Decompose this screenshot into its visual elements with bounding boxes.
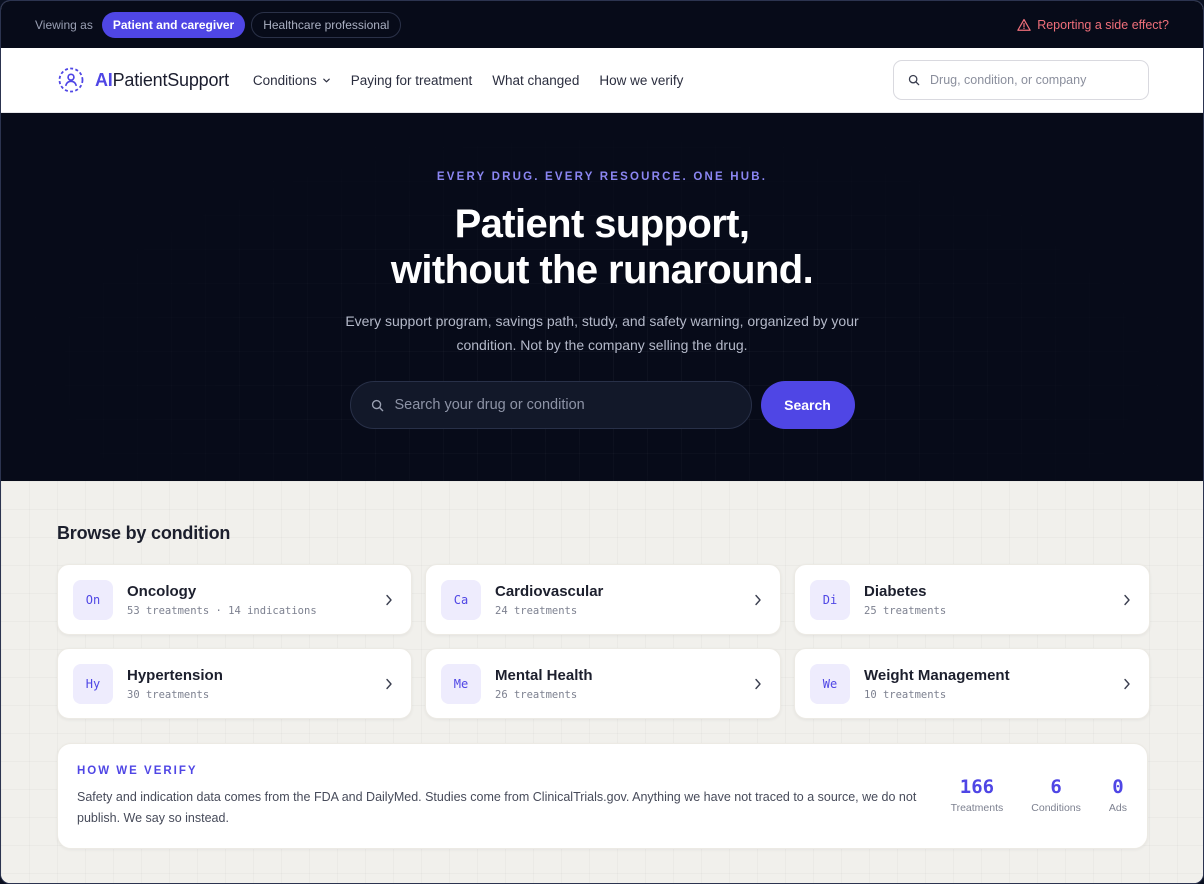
hero-search-button[interactable]: Search bbox=[760, 381, 855, 429]
hero-title-line-1: Patient support, bbox=[454, 202, 750, 246]
nav-search-box bbox=[893, 60, 1149, 100]
verify-stats: 166 Treatments 6 Conditions 0 Ads bbox=[951, 776, 1127, 814]
stat-label: Conditions bbox=[1031, 802, 1081, 814]
condition-meta: 26 treatments bbox=[495, 688, 578, 701]
condition-meta: 25 treatments bbox=[864, 604, 947, 617]
report-side-effect-label: Reporting a side effect? bbox=[1037, 17, 1169, 32]
stat-treatments: 166 Treatments bbox=[951, 776, 1004, 814]
how-we-verify-panel: HOW WE VERIFY Safety and indication data… bbox=[57, 743, 1148, 849]
verify-label: HOW WE VERIFY bbox=[77, 765, 198, 777]
audience-hcp-toggle[interactable]: Healthcare professional bbox=[251, 11, 402, 38]
chevron-down-icon bbox=[322, 78, 330, 82]
logo-text-rest: PatientSupport bbox=[112, 69, 229, 90]
logo-mark-icon bbox=[58, 67, 84, 93]
stat-conditions: 6 Conditions bbox=[1031, 776, 1081, 814]
logo-text: AIPatientSupport bbox=[95, 70, 229, 91]
condition-name: Hypertension bbox=[127, 666, 223, 684]
hero-eyebrow: EVERY DRUG. EVERY RESOURCE. ONE HUB. bbox=[436, 171, 768, 183]
content-section: Browse by condition On Oncology 53 treat… bbox=[1, 481, 1203, 883]
audience-patient-toggle[interactable]: Patient and caregiver bbox=[101, 11, 246, 38]
browse-title: Browse by condition bbox=[57, 523, 231, 543]
condition-meta: 30 treatments bbox=[127, 688, 210, 701]
condition-card-hypertension[interactable]: Hy Hypertension 30 treatments bbox=[57, 648, 412, 719]
chevron-right-icon bbox=[386, 594, 392, 605]
hero-search-box bbox=[349, 381, 752, 429]
nav-paying-for-treatment[interactable]: Paying for treatment bbox=[351, 73, 473, 88]
chevron-right-icon bbox=[755, 594, 761, 605]
logo-text-accent: AI bbox=[95, 69, 113, 90]
condition-name: Oncology bbox=[127, 582, 197, 600]
nav-conditions-label: Conditions bbox=[252, 72, 317, 88]
utility-bar: Viewing as Patient and caregiver Healthc… bbox=[1, 1, 1203, 48]
condition-abbr-badge: Di bbox=[810, 579, 850, 620]
hero-title-line-2: without the runaround. bbox=[390, 248, 814, 292]
condition-meta: 10 treatments bbox=[864, 688, 947, 701]
chevron-right-icon bbox=[386, 678, 392, 689]
nav-search-input[interactable] bbox=[930, 73, 1134, 87]
stat-value: 0 bbox=[1112, 776, 1124, 798]
chevron-right-icon bbox=[1124, 678, 1130, 689]
nav-links: Conditions Paying for treatment What cha… bbox=[253, 73, 683, 88]
condition-card-mental-health[interactable]: Me Mental Health 26 treatments bbox=[425, 648, 781, 719]
viewing-as-label: Viewing as bbox=[35, 17, 93, 32]
condition-meta: 53 treatments · 14 indications bbox=[127, 604, 317, 617]
report-side-effect-link[interactable]: Reporting a side effect? bbox=[1017, 18, 1169, 32]
condition-abbr-badge: Me bbox=[441, 663, 481, 704]
stat-value: 6 bbox=[1050, 776, 1062, 798]
condition-abbr-badge: Ca bbox=[441, 579, 481, 620]
condition-abbr-badge: Hy bbox=[73, 663, 113, 704]
hero-section: EVERY DRUG. EVERY RESOURCE. ONE HUB. Pat… bbox=[1, 113, 1203, 481]
stat-ads: 0 Ads bbox=[1109, 776, 1127, 814]
stat-value: 166 bbox=[959, 776, 995, 798]
verify-body: Safety and indication data comes from th… bbox=[77, 790, 917, 825]
condition-name: Diabetes bbox=[864, 582, 927, 600]
condition-name: Weight Management bbox=[864, 666, 1010, 684]
search-icon bbox=[908, 74, 920, 86]
condition-card-oncology[interactable]: On Oncology 53 treatments · 14 indicatio… bbox=[57, 564, 412, 635]
condition-card-diabetes[interactable]: Di Diabetes 25 treatments bbox=[794, 564, 1150, 635]
nav-how-we-verify[interactable]: How we verify bbox=[599, 73, 683, 88]
chevron-right-icon bbox=[755, 678, 761, 689]
condition-name: Cardiovascular bbox=[495, 582, 604, 600]
condition-card-cardiovascular[interactable]: Ca Cardiovascular 24 treatments bbox=[425, 564, 781, 635]
hero-search-row: Search bbox=[1, 381, 1203, 429]
chevron-right-icon bbox=[1124, 594, 1130, 605]
site-logo[interactable]: AIPatientSupport bbox=[57, 66, 229, 94]
condition-abbr-badge: On bbox=[73, 579, 113, 620]
hero-title: Patient support, without the runaround. bbox=[1, 201, 1203, 293]
hero-search-input[interactable] bbox=[394, 397, 731, 413]
main-nav: AIPatientSupport Conditions Paying for t… bbox=[1, 48, 1203, 113]
stat-label: Ads bbox=[1108, 802, 1127, 814]
nav-conditions[interactable]: Conditions bbox=[253, 73, 331, 88]
stat-label: Treatments bbox=[950, 802, 1004, 814]
nav-what-changed[interactable]: What changed bbox=[492, 73, 579, 88]
hero-subtitle: Every support program, savings path, stu… bbox=[345, 313, 859, 353]
condition-meta: 24 treatments bbox=[495, 604, 578, 617]
warning-icon bbox=[1017, 18, 1031, 31]
search-icon bbox=[371, 399, 383, 411]
condition-cards: On Oncology 53 treatments · 14 indicatio… bbox=[57, 564, 1150, 719]
condition-name: Mental Health bbox=[495, 666, 593, 684]
condition-card-weight-management[interactable]: We Weight Management 10 treatments bbox=[794, 648, 1150, 719]
condition-abbr-badge: We bbox=[810, 663, 850, 704]
app-frame: Viewing as Patient and caregiver Healthc… bbox=[0, 0, 1204, 884]
